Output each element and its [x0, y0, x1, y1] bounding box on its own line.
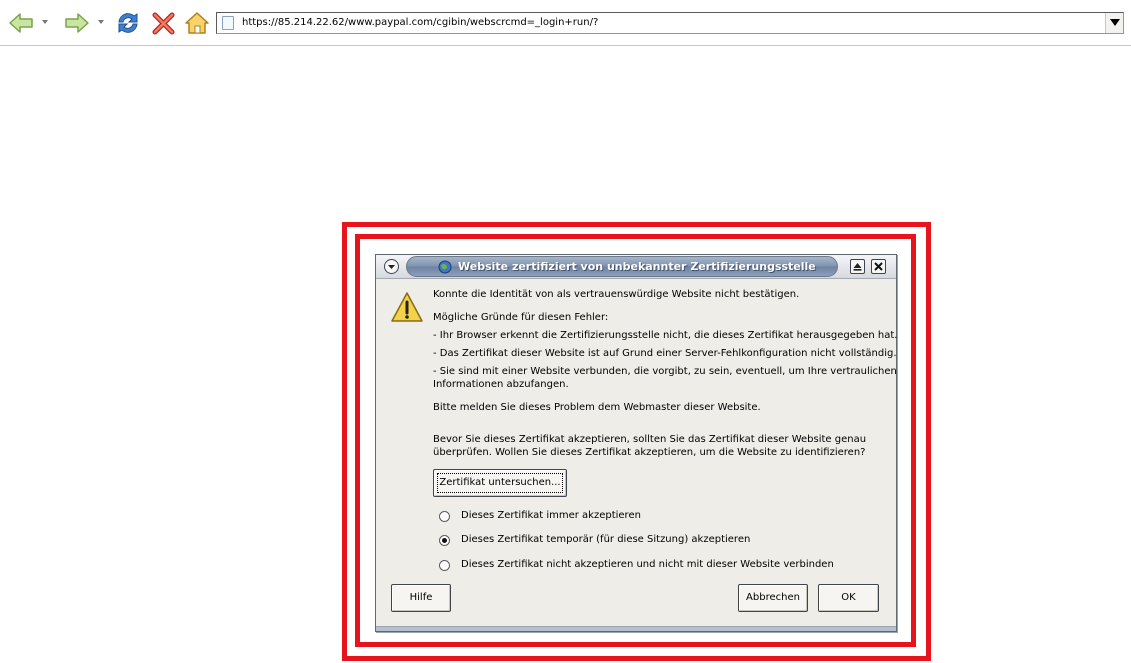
help-button-label: Hilfe — [409, 592, 433, 603]
reason-impersonation-cont: Informationen abzufangen. — [433, 379, 569, 390]
chevron-down-icon — [388, 265, 395, 269]
chevron-down-icon — [1109, 19, 1120, 26]
chevron-down-icon — [42, 20, 48, 24]
radio-always-accept[interactable] — [439, 511, 450, 522]
radio-reject-label[interactable]: Dieses Zertifikat nicht akzeptieren und … — [461, 559, 834, 570]
back-button[interactable] — [7, 9, 35, 37]
advice-text: Bevor Sie dieses Zertifikat akzeptieren,… — [433, 434, 867, 445]
forward-history-dropdown[interactable] — [98, 20, 104, 24]
reasons-heading: Mögliche Gründe für diesen Fehler: — [433, 312, 609, 323]
certificate-warning-dialog: Website zertifiziert von unbekannter Zer… — [375, 254, 898, 632]
chevron-down-icon — [98, 20, 104, 24]
dialog-title: Website zertifiziert von unbekannter Zer… — [458, 260, 816, 273]
reload-button[interactable] — [114, 9, 142, 37]
cancel-button-label: Abbrechen — [746, 592, 800, 603]
window-close-button[interactable] — [871, 259, 886, 274]
reload-icon — [118, 13, 138, 33]
close-icon — [874, 262, 883, 271]
back-arrow-icon — [9, 13, 33, 33]
examine-certificate-button[interactable]: Zertifikat untersuchen... — [433, 469, 567, 497]
stop-button[interactable] — [150, 9, 178, 37]
reason-impersonation: - Sie sind mit einer Website verbunden, … — [433, 366, 897, 377]
address-bar-url[interactable]: https://85.214.22.62/www.paypal.com/cgib… — [242, 17, 598, 28]
ok-button-label: OK — [841, 592, 856, 603]
window-menu-button[interactable] — [384, 259, 399, 274]
forward-arrow-icon — [65, 13, 89, 33]
reason-unknown-ca: - Ihr Browser erkennt die Zertifizierung… — [433, 330, 898, 341]
radio-accept-temporary[interactable] — [439, 535, 450, 546]
address-bar[interactable]: https://85.214.22.62/www.paypal.com/cgib… — [216, 12, 1124, 34]
dialog-bottom-edge — [376, 626, 896, 631]
eject-icon — [853, 263, 862, 271]
examine-certificate-label: Zertifikat untersuchen... — [439, 477, 561, 488]
radio-reject[interactable] — [439, 560, 450, 571]
help-button[interactable]: Hilfe — [391, 584, 451, 612]
home-button[interactable] — [183, 9, 211, 37]
window-shade-button[interactable] — [850, 259, 865, 274]
browser-toolbar: https://85.214.22.62/www.paypal.com/cgib… — [0, 0, 1131, 46]
forward-button[interactable] — [63, 9, 91, 37]
ok-button[interactable]: OK — [818, 584, 879, 612]
radio-accept-temporary-label[interactable]: Dieses Zertifikat temporär (für diese Si… — [461, 534, 750, 545]
cancel-button[interactable]: Abbrechen — [738, 584, 808, 612]
stop-x-icon — [152, 12, 175, 35]
dialog-title-pill: Website zertifiziert von unbekannter Zer… — [406, 256, 838, 277]
radio-always-accept-label[interactable]: Dieses Zertifikat immer akzeptieren — [461, 510, 641, 521]
warning-icon — [391, 292, 423, 322]
page-favicon-icon — [222, 16, 234, 30]
advice-text-cont: überprüfen. Wollen Sie dieses Zertifikat… — [433, 447, 866, 458]
home-icon — [185, 12, 209, 34]
report-message: Bitte melden Sie dieses Problem dem Webm… — [433, 402, 761, 413]
back-history-dropdown[interactable] — [42, 20, 48, 24]
globe-icon — [438, 260, 452, 274]
address-dropdown-button[interactable] — [1105, 13, 1123, 33]
reason-incomplete-cert: - Das Zertifikat dieser Website ist auf … — [433, 348, 897, 359]
identity-message: Konnte die Identität von als vertrauensw… — [433, 289, 800, 300]
dialog-titlebar[interactable]: Website zertifiziert von unbekannter Zer… — [376, 255, 896, 279]
